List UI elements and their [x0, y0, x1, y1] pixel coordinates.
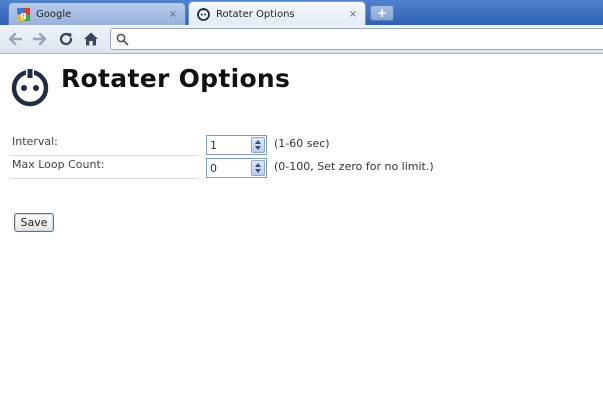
interval-label: Interval:: [10, 134, 198, 156]
back-button[interactable]: [6, 30, 24, 48]
tab-strip: g Google × Rotater Options × +: [0, 0, 603, 26]
browser-toolbar: [0, 25, 603, 54]
interval-row: Interval: (1-60 sec): [10, 134, 480, 156]
spin-up-icon[interactable]: [255, 163, 261, 167]
google-icon: g: [17, 7, 30, 21]
rotater-icon: [197, 7, 210, 21]
address-bar[interactable]: [110, 28, 603, 50]
max-loop-count-spin-buttons[interactable]: [251, 160, 265, 176]
back-arrow-icon: [8, 32, 23, 46]
search-icon: [116, 33, 129, 46]
tab-title: Google: [36, 8, 72, 20]
max-loop-count-input[interactable]: [207, 159, 251, 177]
reload-icon: [59, 32, 73, 46]
interval-input[interactable]: [207, 136, 251, 154]
page-title: Rotater Options: [61, 64, 291, 93]
tab-close-icon[interactable]: ×: [167, 9, 179, 20]
home-button[interactable]: [82, 30, 100, 48]
tab-rotater-options[interactable]: Rotater Options ×: [188, 1, 366, 26]
spin-up-icon[interactable]: [255, 140, 261, 144]
new-tab-button[interactable]: +: [370, 5, 394, 21]
forward-button[interactable]: [31, 30, 49, 48]
max-loop-count-stepper[interactable]: [206, 158, 267, 178]
max-loop-count-row: Max Loop Count: (0-100, Set zero for no …: [10, 157, 480, 179]
save-button[interactable]: Save: [14, 213, 54, 232]
spin-down-icon[interactable]: [255, 146, 261, 150]
tab-close-icon[interactable]: ×: [347, 9, 359, 20]
home-icon: [84, 32, 98, 46]
max-loop-count-label: Max Loop Count:: [10, 157, 198, 179]
spin-down-icon[interactable]: [255, 169, 261, 173]
interval-hint: (1-60 sec): [274, 137, 330, 150]
max-loop-count-hint: (0-100, Set zero for no limit.): [274, 160, 434, 173]
reload-button[interactable]: [57, 30, 75, 48]
interval-spin-buttons[interactable]: [251, 137, 265, 153]
tab-google[interactable]: g Google ×: [8, 2, 186, 25]
interval-stepper[interactable]: [206, 135, 267, 155]
forward-arrow-icon: [32, 32, 47, 46]
svg-text:g: g: [20, 11, 26, 21]
tab-title: Rotater Options: [216, 8, 295, 20]
rotater-logo-icon: [11, 68, 49, 107]
